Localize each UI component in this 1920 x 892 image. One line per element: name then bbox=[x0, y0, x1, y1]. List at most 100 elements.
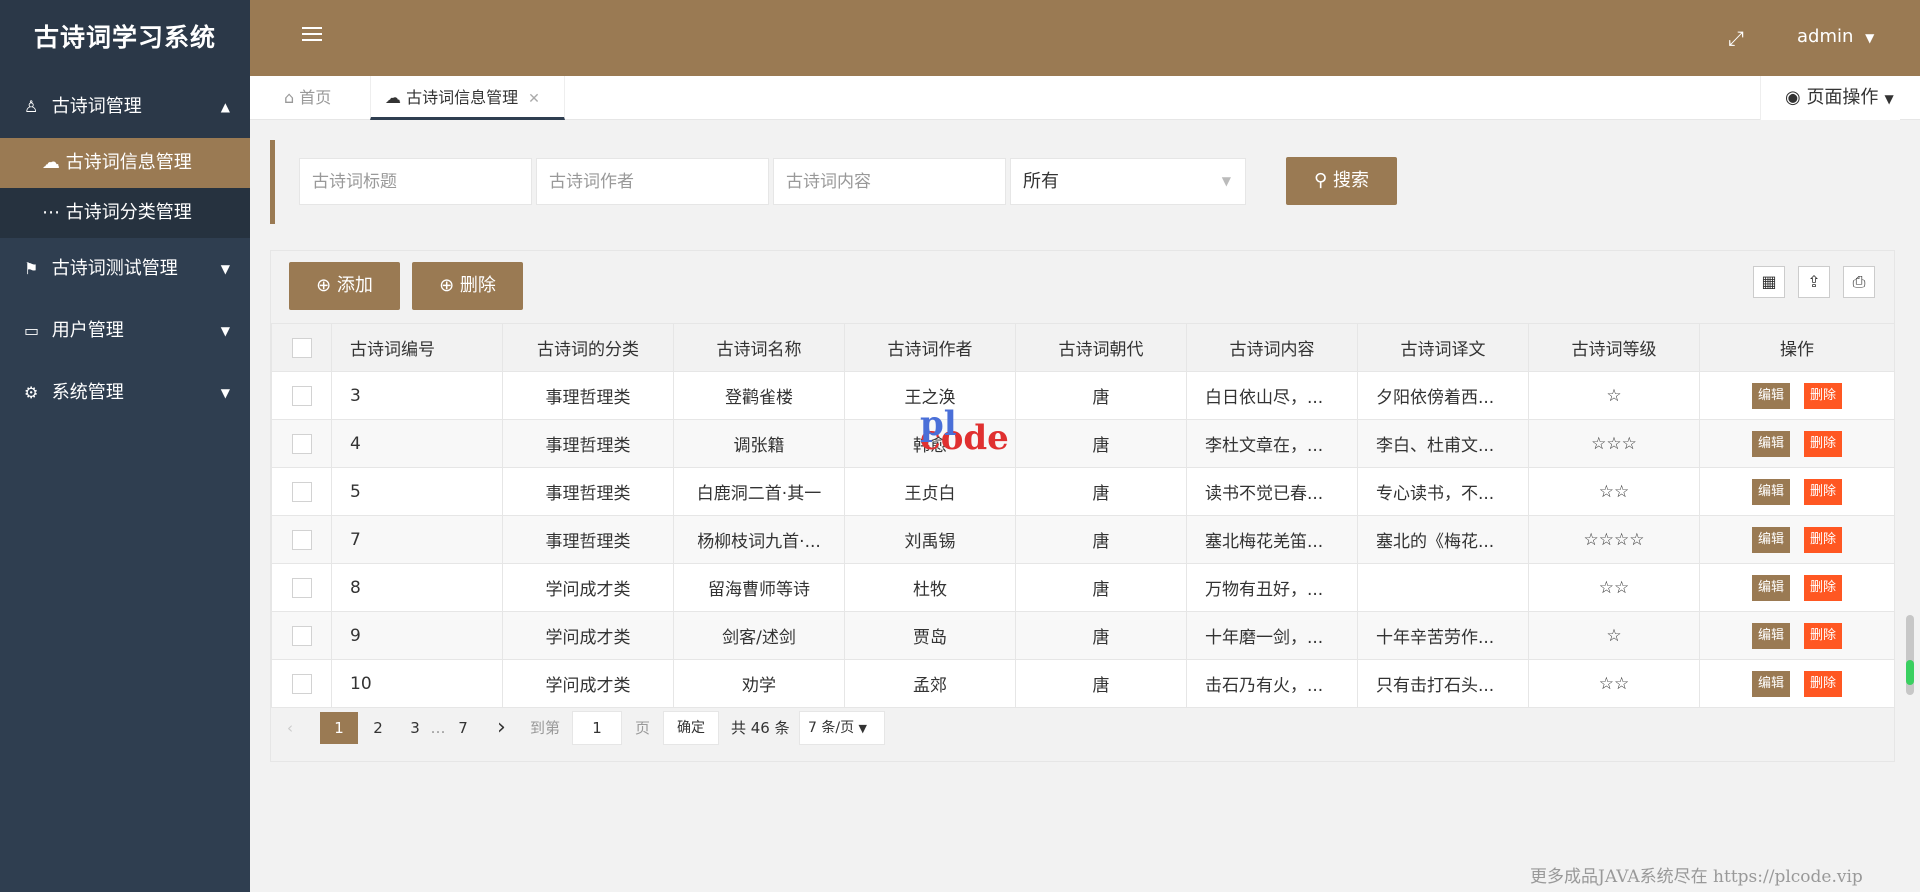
plus-circle-icon: ⊕ bbox=[316, 275, 337, 296]
caret-down-icon: ▼ bbox=[1865, 31, 1875, 45]
print-icon[interactable]: ⎙ bbox=[1843, 266, 1875, 298]
cell-translation: 夕阳依傍着西... bbox=[1357, 371, 1529, 420]
search-panel: 所有 ▼ ⚲ 搜索 bbox=[270, 140, 1895, 224]
table-row: 3 事理哲理类 登鹳雀楼 王之涣唐白日依山尽，... 夕阳依傍着西... ☆ 编辑 删除 bbox=[271, 371, 1895, 420]
edit-button[interactable]: 编辑 bbox=[1751, 382, 1790, 409]
delete-button[interactable]: 删除 bbox=[1804, 526, 1843, 553]
page-1[interactable]: 1 bbox=[320, 712, 358, 744]
column-header[interactable]: 古诗词作者 bbox=[844, 323, 1016, 372]
edit-button[interactable]: 编辑 bbox=[1751, 622, 1790, 649]
delete-button[interactable]: 删除 bbox=[1804, 670, 1843, 697]
cell-name: 登鹳雀楼 bbox=[673, 371, 845, 420]
edit-button[interactable]: 编辑 bbox=[1751, 526, 1790, 553]
row-checkbox[interactable] bbox=[271, 419, 332, 468]
cell-id: 9 bbox=[331, 611, 503, 660]
sidebar-item-poem-info[interactable]: ☁ 古诗词信息管理 bbox=[0, 138, 250, 188]
table-row: 5 事理哲理类 白鹿洞二首·其一 王贞白唐读书不觉已春... 专心读书，不... ☆☆ 编辑… bbox=[271, 467, 1895, 516]
page-size-select[interactable]: 7 条/页 ▼ bbox=[799, 711, 885, 745]
pagination: ‹ 1 2 3 … 7 › 到第 1 页 确定 共 46 条 7 条/页 ▼ bbox=[271, 707, 1171, 747]
cell-level: ☆ bbox=[1528, 371, 1700, 420]
cell-author: 王贞白 bbox=[844, 467, 1016, 516]
column-header[interactable]: 古诗词内容 bbox=[1186, 323, 1358, 372]
tab-home[interactable]: ⌂ 首页 bbox=[270, 76, 360, 120]
fullscreen-icon[interactable]: ⤢ bbox=[1728, 26, 1744, 50]
menu-toggle-icon[interactable] bbox=[302, 27, 322, 47]
delete-button[interactable]: 删除 bbox=[1804, 478, 1843, 505]
person-icon: ♙ bbox=[24, 97, 39, 116]
batch-delete-button[interactable]: ⊕ 删除 bbox=[412, 262, 523, 310]
column-header[interactable]: 古诗词朝代 bbox=[1015, 323, 1187, 372]
cell-content: 读书不觉已春... bbox=[1186, 467, 1358, 516]
sidebar-item-poem-management[interactable]: ♙ 古诗词管理 ▲ bbox=[0, 76, 250, 138]
delete-button[interactable]: 删除 bbox=[1804, 622, 1843, 649]
add-button[interactable]: ⊕ 添加 bbox=[289, 262, 400, 310]
flag-icon: ⚑ bbox=[24, 259, 39, 278]
sidebar-item-poem-test[interactable]: ⚑ 古诗词测试管理 ▼ bbox=[0, 238, 250, 300]
row-checkbox[interactable] bbox=[271, 515, 332, 564]
page-7[interactable]: 7 bbox=[453, 712, 473, 744]
sidebar: 古诗词学习系统 ♙ 古诗词管理 ▲ ☁ 古诗词信息管理 ⋯ 古诗词分类管理 ⚑ … bbox=[0, 0, 250, 892]
cell-level: ☆☆ bbox=[1528, 467, 1700, 516]
cell-actions: 编辑 删除 bbox=[1699, 371, 1895, 420]
columns-filter-icon[interactable]: ▦ bbox=[1753, 266, 1785, 298]
table-row: 4 事理哲理类 调张籍 韩愈唐李杜文章在，... 李白、杜甫文... ☆☆☆ 编辑 删除 bbox=[271, 419, 1895, 468]
page-2[interactable]: 2 bbox=[368, 712, 388, 744]
cell-name: 白鹿洞二首·其一 bbox=[673, 467, 845, 516]
goto-page-input[interactable]: 1 bbox=[572, 711, 622, 745]
cell-content: 击石乃有火，... bbox=[1186, 659, 1358, 708]
user-menu[interactable]: admin ▼ bbox=[1797, 26, 1874, 47]
cell-dynasty: 唐 bbox=[1015, 467, 1187, 516]
export-icon[interactable]: ⇪ bbox=[1798, 266, 1830, 298]
sidebar-item-users[interactable]: ▭ 用户管理 ▼ bbox=[0, 300, 250, 362]
sidebar-item-label: 古诗词管理 bbox=[51, 96, 142, 117]
goto-confirm-button[interactable]: 确定 bbox=[663, 711, 719, 745]
cell-category: 事理哲理类 bbox=[502, 467, 674, 516]
top-header: ⤢ admin ▼ bbox=[250, 0, 1920, 76]
column-header[interactable]: 古诗词译文 bbox=[1357, 323, 1529, 372]
edit-button[interactable]: 编辑 bbox=[1751, 478, 1790, 505]
row-checkbox[interactable] bbox=[271, 659, 332, 708]
author-search-input[interactable] bbox=[536, 158, 769, 205]
search-button-label: 搜索 bbox=[1332, 170, 1369, 191]
row-checkbox[interactable] bbox=[271, 611, 332, 660]
scrollbar[interactable] bbox=[1906, 615, 1914, 695]
page-ops-label: 页面操作 bbox=[1806, 87, 1879, 108]
cell-dynasty: 唐 bbox=[1015, 419, 1187, 468]
page-3[interactable]: 3 bbox=[405, 712, 425, 744]
cell-translation bbox=[1357, 563, 1529, 612]
category-select[interactable]: 所有 ▼ bbox=[1010, 158, 1246, 205]
prev-page-icon[interactable]: ‹ bbox=[287, 712, 293, 744]
target-icon: ◉ bbox=[1785, 87, 1807, 108]
cell-level: ☆☆ bbox=[1528, 563, 1700, 612]
edit-button[interactable]: 编辑 bbox=[1751, 670, 1790, 697]
delete-button[interactable]: 删除 bbox=[1804, 574, 1843, 601]
sidebar-item-poem-category[interactable]: ⋯ 古诗词分类管理 bbox=[0, 188, 250, 238]
edit-button[interactable]: 编辑 bbox=[1751, 574, 1790, 601]
cell-author: 杜牧 bbox=[844, 563, 1016, 612]
sidebar-item-label: 系统管理 bbox=[51, 382, 124, 403]
delete-button[interactable]: 删除 bbox=[1804, 382, 1843, 409]
close-icon[interactable]: ✕ bbox=[528, 91, 540, 107]
delete-button[interactable]: 删除 bbox=[1804, 430, 1843, 457]
row-checkbox[interactable] bbox=[271, 467, 332, 516]
tab-poem-info[interactable]: ☁ 古诗词信息管理 ✕ bbox=[370, 76, 565, 120]
row-checkbox[interactable] bbox=[271, 371, 332, 420]
edit-button[interactable]: 编辑 bbox=[1751, 430, 1790, 457]
row-checkbox[interactable] bbox=[271, 563, 332, 612]
title-search-input[interactable] bbox=[299, 158, 532, 205]
column-header[interactable]: 古诗词名称 bbox=[673, 323, 845, 372]
cell-actions: 编辑 删除 bbox=[1699, 563, 1895, 612]
caret-down-icon: ▼ bbox=[220, 386, 230, 400]
column-header[interactable]: 古诗词编号 bbox=[331, 323, 503, 372]
caret-down-icon: ▼ bbox=[220, 324, 230, 338]
page-operations-dropdown[interactable]: ◉ 页面操作 ▼ bbox=[1760, 76, 1900, 120]
sidebar-item-system[interactable]: ⚙ 系统管理 ▼ bbox=[0, 362, 250, 424]
search-button[interactable]: ⚲ 搜索 bbox=[1286, 157, 1397, 205]
content-search-input[interactable] bbox=[773, 158, 1006, 205]
sidebar-item-label: 古诗词信息管理 bbox=[65, 152, 192, 173]
column-header[interactable]: 古诗词的分类 bbox=[502, 323, 674, 372]
column-header[interactable]: 古诗词等级 bbox=[1528, 323, 1700, 372]
select-all-checkbox[interactable] bbox=[271, 323, 332, 372]
cell-dynasty: 唐 bbox=[1015, 515, 1187, 564]
next-page-icon[interactable]: › bbox=[497, 712, 506, 744]
